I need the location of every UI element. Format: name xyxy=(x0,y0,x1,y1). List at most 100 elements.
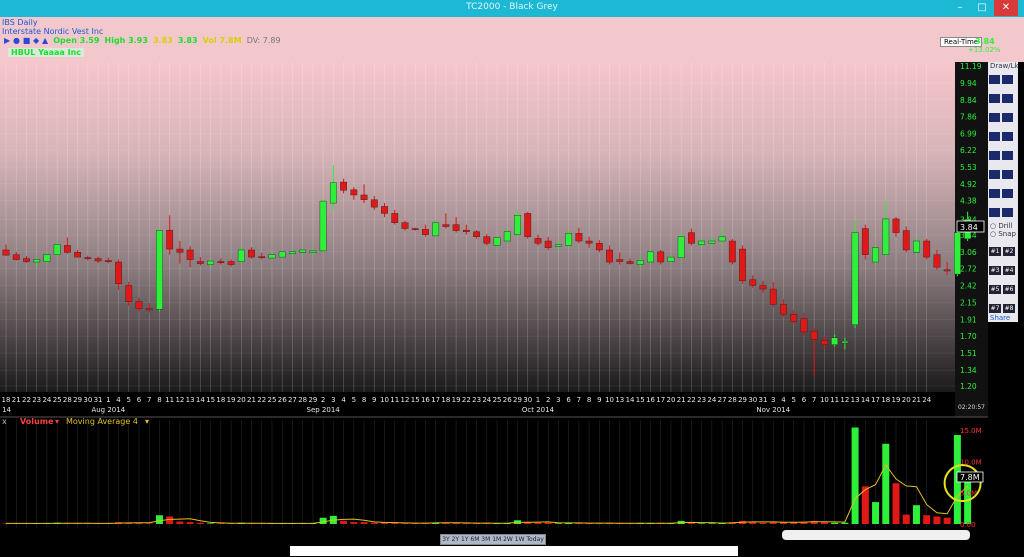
layout-8[interactable]: #8 xyxy=(1003,304,1015,313)
ma-dropdown-icon[interactable]: ▾ xyxy=(145,417,149,426)
gann-tool-icon[interactable] xyxy=(989,189,1000,198)
candle-body xyxy=(23,258,30,262)
candle-body xyxy=(278,251,286,258)
ma-label[interactable]: Moving Average 4 xyxy=(66,417,138,426)
pitch-tool-icon[interactable] xyxy=(1002,151,1013,160)
date-tick-label: 6 xyxy=(566,396,571,404)
timeframe-label: IBS Daily xyxy=(2,18,38,27)
minimize-button[interactable]: – xyxy=(948,0,972,16)
circle-tool-icon[interactable] xyxy=(989,170,1000,179)
cycle-tool-icon[interactable] xyxy=(1002,189,1013,198)
candle-body xyxy=(595,243,603,251)
date-tick-label: 4 xyxy=(341,396,346,404)
channel-tool-icon[interactable] xyxy=(1002,75,1013,84)
close-button[interactable]: ✕ xyxy=(994,0,1018,16)
date-tick-label: 21 xyxy=(12,396,21,404)
date-tick-label: 11 xyxy=(165,396,174,404)
candle-body xyxy=(585,240,593,244)
candle-body xyxy=(350,189,358,196)
date-tick-label: 14 xyxy=(861,396,870,404)
price-tick-label: 1.20 xyxy=(960,382,977,391)
date-tick-label: 26 xyxy=(278,396,287,404)
candle-body xyxy=(565,233,573,246)
drawing-toolbar: Draw/Lk ○ Drill ○ Snap #1 #2 #3 #4 #5 #6 #7… xyxy=(988,62,1019,322)
maximize-button[interactable]: □ xyxy=(970,0,994,16)
layout-2[interactable]: #2 xyxy=(1003,247,1015,256)
candle-body xyxy=(718,236,726,242)
candle-body xyxy=(391,213,399,223)
candle-body xyxy=(299,249,307,253)
ellipse-tool-icon[interactable] xyxy=(1002,170,1013,179)
candle-body xyxy=(217,261,225,263)
date-tick-label: 9 xyxy=(372,396,376,404)
volume-pane-close-icon[interactable]: x xyxy=(2,417,7,426)
note-tool-icon[interactable] xyxy=(1002,208,1013,217)
date-tick-label: 6 xyxy=(137,396,142,404)
arrow-tool-icon[interactable] xyxy=(989,208,1000,217)
vline-tool-icon[interactable] xyxy=(1002,94,1013,103)
date-tick-label: 9 xyxy=(597,396,601,404)
candle-body xyxy=(606,249,613,263)
header-name-line: Interstate Nordic Vest Inc xyxy=(2,27,103,36)
volume-pane-title[interactable]: Volume xyxy=(20,417,54,426)
fib-tool-icon[interactable] xyxy=(1002,113,1013,122)
price-tick-label: 5.53 xyxy=(960,163,977,172)
volume-bar xyxy=(923,515,931,524)
date-tick-label: 29 xyxy=(308,396,317,404)
layout-5[interactable]: #5 xyxy=(989,285,1001,294)
price-tick-label: 8.84 xyxy=(960,96,977,105)
volume-bar xyxy=(902,514,910,524)
candle-body xyxy=(698,240,706,245)
volume-bar xyxy=(186,522,194,524)
month-label: Sep 2014 xyxy=(307,406,341,414)
drill-option[interactable]: ○ Drill xyxy=(988,222,1018,230)
volume-tick-label: 0.00 xyxy=(960,521,976,529)
symbol-badge[interactable]: HBUL Yaaaa Inc xyxy=(8,48,85,57)
trendline-tool-icon[interactable] xyxy=(989,75,1000,84)
ray-tool-icon[interactable] xyxy=(989,151,1000,160)
candle-body xyxy=(258,256,266,258)
price-tick-label: 1.34 xyxy=(960,366,977,375)
layout-4[interactable]: #4 xyxy=(1003,266,1015,275)
candle-body xyxy=(493,237,501,246)
rect-tool-icon[interactable] xyxy=(989,132,1000,141)
layout-3[interactable]: #3 xyxy=(989,266,1001,275)
volume-bar xyxy=(534,522,542,524)
candle-body xyxy=(514,215,521,235)
volume-dropdown-icon[interactable]: ▾ xyxy=(55,417,59,426)
candle-body xyxy=(759,285,767,290)
company-name: Interstate Nordic Vest Inc xyxy=(2,27,104,36)
volume-bar xyxy=(820,522,828,524)
date-tick-label: 1 xyxy=(536,396,540,404)
date-tick-label: 1 xyxy=(106,396,110,404)
volume-bar xyxy=(350,522,358,524)
date-tick-label: 15 xyxy=(636,396,645,404)
date-tick-label: 28 xyxy=(63,396,72,404)
candle-body xyxy=(370,199,378,208)
volume-bar xyxy=(708,523,716,524)
text-tool-icon[interactable] xyxy=(1002,132,1013,141)
date-tick-label: 4 xyxy=(116,396,121,404)
horizontal-scrollbar[interactable] xyxy=(782,530,970,540)
hline-tool-icon[interactable] xyxy=(989,94,1000,103)
candle-body xyxy=(227,261,235,265)
arc-tool-icon[interactable] xyxy=(989,113,1000,122)
date-tick-label: 17 xyxy=(431,396,440,404)
date-tick-label: 8 xyxy=(362,396,366,404)
candle-body xyxy=(104,260,112,262)
snap-option[interactable]: ○ Snap xyxy=(988,230,1018,238)
date-tick-label: 18 xyxy=(881,396,890,404)
candle-body xyxy=(688,232,695,244)
date-tick-label: 7 xyxy=(812,396,816,404)
layout-1[interactable]: #1 xyxy=(989,247,1001,256)
share-link[interactable]: Share xyxy=(988,314,1018,322)
layout-7[interactable]: #7 xyxy=(989,304,1001,313)
timeframe-bar[interactable]: 3Y 2Y 1Y 6M 3M 1M 2W 1W Today xyxy=(440,534,546,545)
volume-bar xyxy=(145,523,153,524)
candle-body xyxy=(626,261,634,264)
candle-body xyxy=(156,230,163,310)
price-change: +13.02% xyxy=(968,46,1001,54)
date-tick-label: 12 xyxy=(401,396,410,404)
layout-6[interactable]: #6 xyxy=(1003,285,1015,294)
candle-body xyxy=(667,256,675,262)
